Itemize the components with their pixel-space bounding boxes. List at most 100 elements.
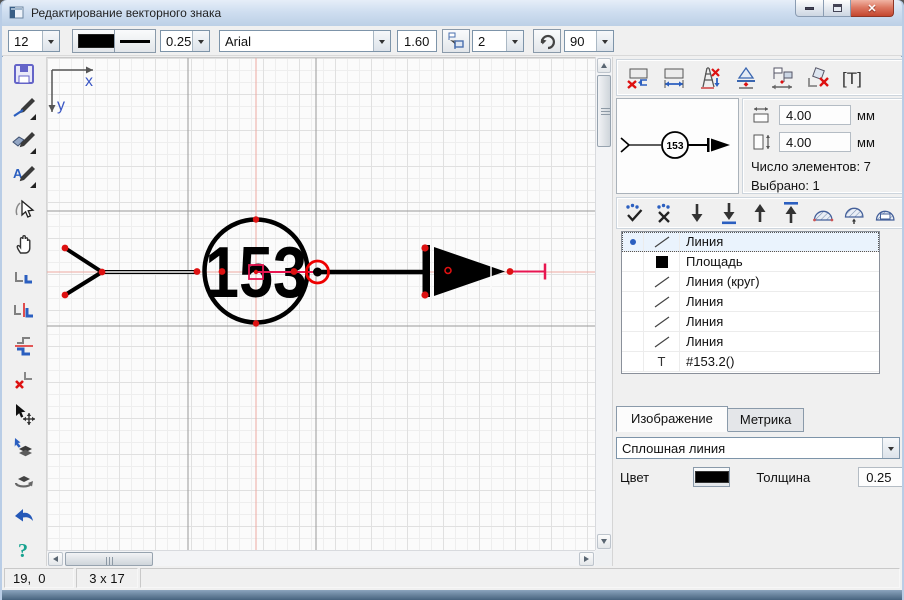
horizontal-scroll-thumb[interactable] xyxy=(65,552,153,566)
angle-combo[interactable]: 90 xyxy=(564,30,614,52)
draw-text-button[interactable]: A xyxy=(10,163,38,189)
move-bottom-button[interactable] xyxy=(715,199,742,227)
arrow-bottom-icon xyxy=(717,201,741,225)
node-count-drop[interactable] xyxy=(506,31,523,51)
height-icon xyxy=(751,133,773,151)
tab-image[interactable]: Изображение xyxy=(616,406,728,432)
list-item-label: Линия (круг) xyxy=(680,272,879,291)
delete-width-icon xyxy=(625,65,651,91)
font-size-combo[interactable]: 12 xyxy=(8,30,60,52)
font-size-value: 12 xyxy=(9,34,42,49)
scroll-left-button[interactable] xyxy=(48,552,63,566)
sign-preview-drawing: 153 xyxy=(617,99,738,193)
mirror-button[interactable] xyxy=(10,333,38,359)
line-properties-row: Цвет Толщина 0.25 xyxy=(620,466,904,488)
rotate-object-button[interactable] xyxy=(10,469,38,495)
list-item[interactable]: Линия xyxy=(622,312,879,332)
scroll-up-button[interactable] xyxy=(597,58,611,73)
dome-inset-button[interactable] xyxy=(872,199,899,227)
drawing-canvas[interactable]: x y 153 xyxy=(47,57,595,550)
line-width-drop[interactable] xyxy=(192,31,209,51)
corner-node-button[interactable] xyxy=(10,265,38,291)
height-field[interactable]: 4.00 xyxy=(779,132,851,152)
rotate-object-icon xyxy=(12,470,36,494)
split-node-button[interactable] xyxy=(10,299,38,325)
select-all-button[interactable] xyxy=(621,199,648,227)
line-style-drop[interactable] xyxy=(882,438,899,458)
dome-fill-button[interactable] xyxy=(809,199,836,227)
list-item[interactable]: Линия xyxy=(622,292,879,312)
move-flags-button[interactable] xyxy=(767,64,797,92)
select-element-button[interactable] xyxy=(10,197,38,223)
font-family-drop[interactable] xyxy=(373,31,390,51)
move-up-button[interactable] xyxy=(746,199,773,227)
rotate-tool-button[interactable] xyxy=(533,29,561,53)
save-button[interactable] xyxy=(10,61,38,87)
arrow-right-icon xyxy=(584,556,592,562)
horizontal-scrollbar[interactable] xyxy=(47,550,595,567)
split-nodes-icon xyxy=(12,300,36,324)
list-item[interactable]: Площадь xyxy=(622,252,879,272)
deselect-all-button[interactable] xyxy=(652,199,679,227)
width-field[interactable]: 4.00 xyxy=(779,105,851,125)
reset-rotation-icon xyxy=(805,65,831,91)
list-item[interactable]: Линия xyxy=(622,232,879,252)
pan-button[interactable] xyxy=(10,231,38,257)
vertical-scroll-thumb[interactable] xyxy=(597,75,611,147)
dome-icon xyxy=(811,201,835,225)
scroll-right-button[interactable] xyxy=(579,552,594,566)
area-icon xyxy=(656,256,668,268)
delete-node-button[interactable] xyxy=(10,367,38,393)
panel-tabs: Изображение Метрика xyxy=(616,406,804,432)
title-bar[interactable]: Редактирование векторного знака ✕ xyxy=(2,0,902,26)
list-item-label: Линия xyxy=(680,332,879,351)
list-item[interactable]: Линия xyxy=(622,332,879,352)
delete-width-button[interactable] xyxy=(623,64,653,92)
mirror-icon xyxy=(12,334,36,358)
angle-drop[interactable] xyxy=(596,31,613,51)
height-value: 4.00 xyxy=(786,135,811,150)
window-controls: ✕ xyxy=(795,0,894,17)
reset-rotation-button[interactable] xyxy=(803,64,833,92)
text-height-value: 1.60 xyxy=(404,34,429,49)
scale-tool-button[interactable] xyxy=(442,29,470,53)
insert-object-button[interactable] xyxy=(10,435,38,461)
scrollbar-corner xyxy=(595,550,612,567)
anchor-point-button[interactable] xyxy=(731,64,761,92)
line-width-combo[interactable]: 0.25 xyxy=(160,30,210,52)
dome-rect-icon xyxy=(873,201,897,225)
font-family-combo[interactable]: Arial xyxy=(219,30,391,52)
dome-raise-button[interactable] xyxy=(840,199,867,227)
list-item[interactable]: T #153.2() xyxy=(622,352,879,372)
line-style-combo[interactable]: Сплошная линия xyxy=(616,437,900,459)
close-button[interactable]: ✕ xyxy=(851,0,894,17)
move-top-button[interactable] xyxy=(778,199,805,227)
element-list[interactable]: Линия Площадь Линия (круг) Линия Линия xyxy=(621,231,880,374)
text-mode-button[interactable]: [T] xyxy=(839,64,873,92)
vertical-scrollbar[interactable] xyxy=(595,57,612,550)
deselect-all-icon xyxy=(654,201,678,225)
tab-metric[interactable]: Метрика xyxy=(728,408,804,432)
delete-tower-button[interactable] xyxy=(695,64,725,92)
draw-area-button[interactable] xyxy=(10,129,38,155)
font-size-drop[interactable] xyxy=(42,31,59,51)
list-item[interactable]: Линия (круг) xyxy=(622,272,879,292)
minimize-button[interactable] xyxy=(795,0,824,17)
draw-line-button[interactable] xyxy=(10,95,38,121)
maximize-button[interactable] xyxy=(824,0,851,17)
undo-button[interactable] xyxy=(10,503,38,529)
node-count-combo[interactable]: 2 xyxy=(472,30,524,52)
line-width-value: 0.25 xyxy=(161,34,192,49)
move-node-button[interactable] xyxy=(10,401,38,427)
text-height-field[interactable]: 1.60 xyxy=(397,30,437,52)
list-item-label: #153.2() xyxy=(680,352,879,371)
help-button[interactable]: ? xyxy=(10,537,38,563)
set-width-button[interactable] xyxy=(659,64,689,92)
move-down-button[interactable] xyxy=(684,199,711,227)
thickness-field[interactable]: 0.25 xyxy=(858,467,904,487)
arrow-left-icon xyxy=(50,556,58,562)
line-style-button[interactable] xyxy=(114,29,156,53)
arrow-top-icon xyxy=(779,201,803,225)
scroll-down-button[interactable] xyxy=(597,534,611,549)
line-color-button[interactable] xyxy=(693,467,730,487)
